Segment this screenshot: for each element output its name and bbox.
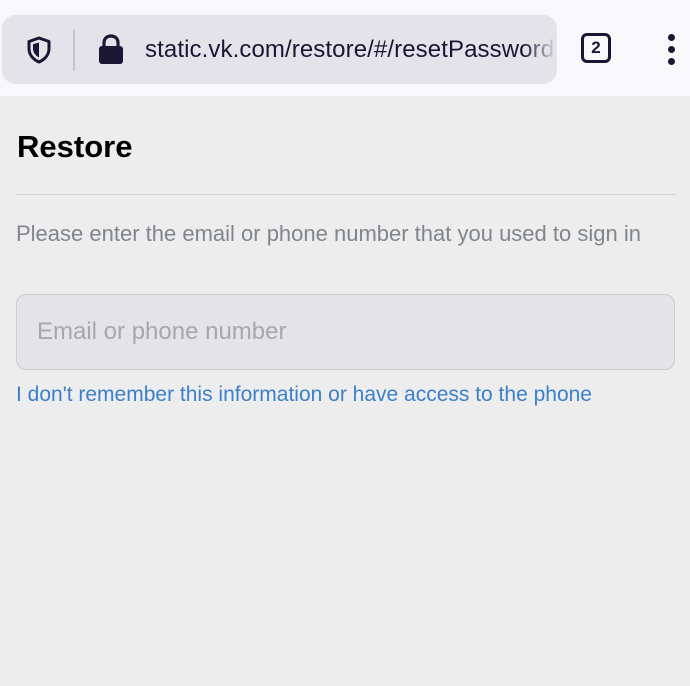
address-bar[interactable]: static.vk.com/restore/#/resetPassword <box>2 15 557 84</box>
url-text[interactable]: static.vk.com/restore/#/resetPassword <box>145 36 555 64</box>
url-fade <box>523 15 557 84</box>
forgot-info-link[interactable]: I don't remember this information or hav… <box>16 383 592 407</box>
menu-dot <box>668 58 675 65</box>
menu-dot <box>668 34 675 41</box>
menu-dot <box>668 46 675 53</box>
restore-page: Restore Please enter the email or phone … <box>0 96 690 686</box>
page-title: Restore <box>17 129 133 164</box>
tab-count: 2 <box>591 38 601 57</box>
title-divider <box>16 194 676 195</box>
address-bar-divider <box>73 29 75 71</box>
instruction-text: Please enter the email or phone number t… <box>16 221 641 246</box>
tab-switcher-button[interactable]: 2 <box>581 33 611 63</box>
more-vertical-icon[interactable] <box>661 34 681 66</box>
browser-toolbar: static.vk.com/restore/#/resetPassword 2 <box>0 0 690 96</box>
lock-icon[interactable] <box>96 33 126 65</box>
shield-icon[interactable] <box>24 35 54 65</box>
email-or-phone-input[interactable] <box>16 294 675 370</box>
